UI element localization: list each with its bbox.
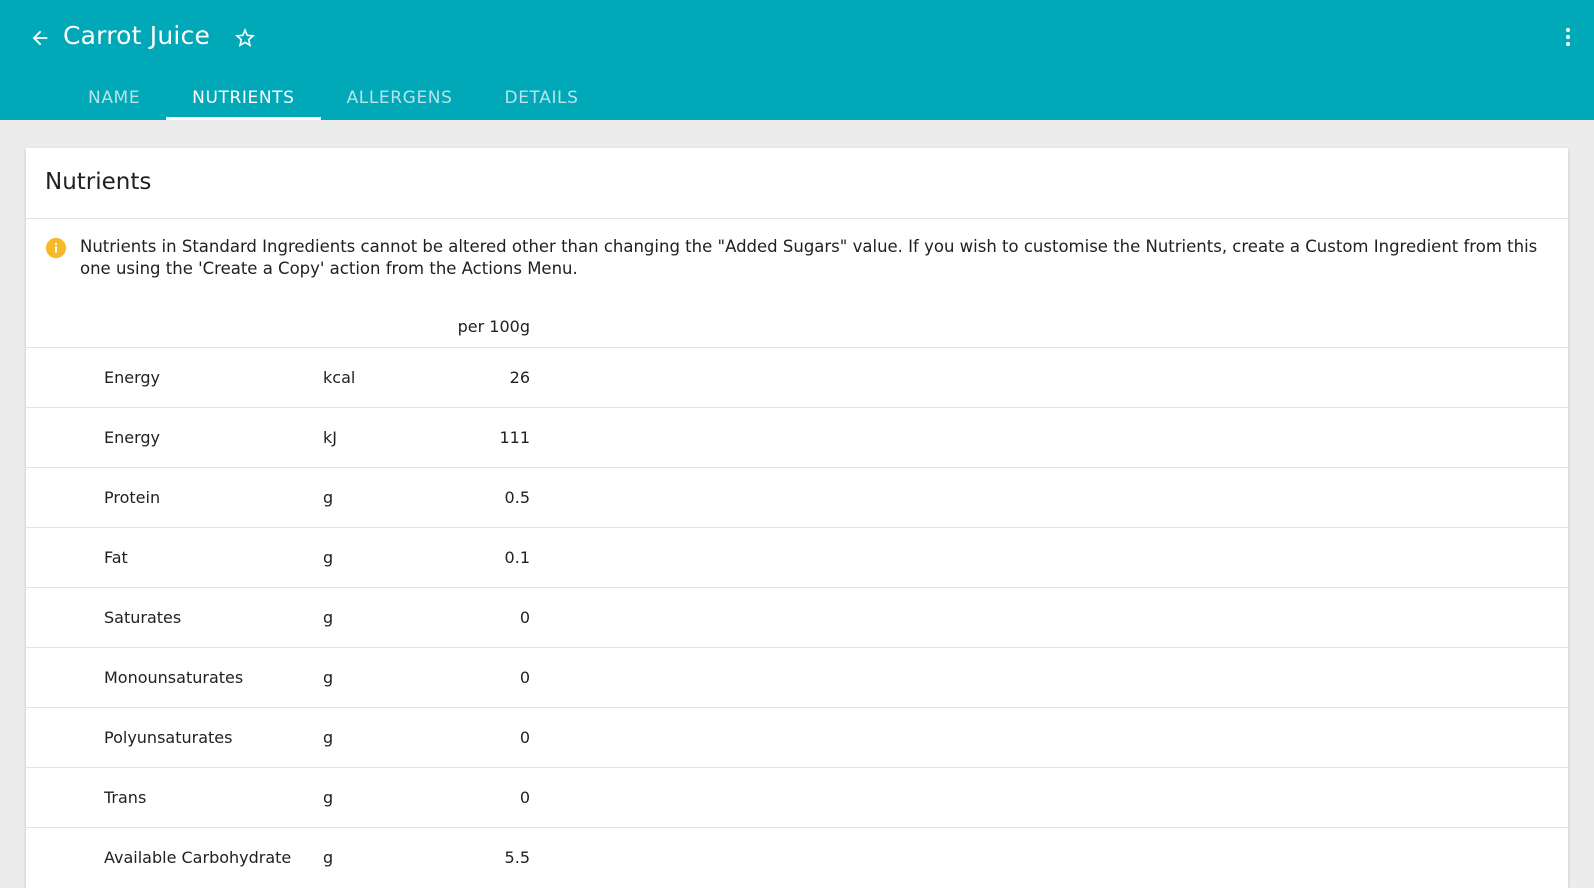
nutrient-value: 111	[499, 428, 530, 447]
nutrient-value: 0	[519, 668, 530, 687]
nutrient-value: 26	[509, 368, 530, 387]
nutrient-name: Polyunsaturates	[104, 728, 233, 747]
app-bar: Carrot Juice NAME NUTRIENTS ALLERGENS DE…	[0, 0, 1594, 120]
nutrient-value: 5.5	[504, 848, 530, 867]
table-row: Available Carbohydrate g 5.5	[26, 827, 1568, 887]
arrow-left-icon	[32, 30, 48, 46]
table-row: Fat g 0.1	[26, 527, 1568, 587]
nutrient-unit: g	[323, 488, 334, 507]
nutrient-unit: g	[323, 668, 334, 687]
favorite-button[interactable]	[229, 22, 261, 54]
column-header-per-100g: per 100g	[457, 317, 530, 336]
nutrient-name: Fat	[104, 548, 128, 567]
card-title: Nutrients	[45, 169, 152, 195]
nutrient-unit: g	[323, 608, 334, 627]
notice-text: Nutrients in Standard Ingredients cannot…	[80, 237, 1538, 278]
nutrients-card: Nutrients Nutrients in Standard Ingredie…	[26, 148, 1568, 888]
nutrient-value: 0.1	[504, 548, 530, 567]
nutrient-table: Energy kcal 26 Energy kJ 111 Protein g 0…	[26, 347, 1568, 887]
table-row: Energy kJ 111	[26, 407, 1568, 467]
more-vertical-icon	[1566, 28, 1570, 46]
page-title: Carrot Juice	[63, 21, 211, 50]
card-divider	[26, 218, 1568, 219]
nutrient-unit: g	[323, 848, 334, 867]
table-row: Trans g 0	[26, 767, 1568, 827]
info-notice: Nutrients in Standard Ingredients cannot…	[45, 236, 1550, 280]
nutrient-value: 0	[519, 788, 530, 807]
nutrient-value: 0.5	[504, 488, 530, 507]
tab-bar: NAME NUTRIENTS ALLERGENS DETAILS	[62, 76, 605, 120]
tab-allergens[interactable]: ALLERGENS	[321, 76, 479, 120]
tab-nutrients[interactable]: NUTRIENTS	[166, 76, 321, 120]
nutrient-unit: kcal	[323, 368, 356, 387]
star-outline-icon	[235, 28, 255, 47]
tab-details[interactable]: DETAILS	[479, 76, 605, 120]
nutrient-name: Monounsaturates	[104, 668, 244, 687]
table-row: Protein g 0.5	[26, 467, 1568, 527]
nutrient-name: Energy	[104, 368, 161, 387]
nutrient-name: Protein	[104, 488, 161, 507]
nutrient-unit: g	[323, 728, 334, 747]
nutrient-unit: g	[323, 788, 334, 807]
nutrient-unit: kJ	[323, 428, 337, 447]
nutrient-unit: g	[323, 548, 334, 567]
nutrient-name: Trans	[104, 788, 147, 807]
table-row: Polyunsaturates g 0	[26, 707, 1568, 767]
info-icon	[45, 237, 67, 259]
table-row: Saturates g 0	[26, 587, 1568, 647]
tab-name[interactable]: NAME	[62, 76, 166, 120]
nutrient-name: Saturates	[104, 608, 182, 627]
nutrient-name: Energy	[104, 428, 161, 447]
table-row: Energy kcal 26	[26, 347, 1568, 407]
nutrient-value: 0	[519, 728, 530, 747]
nutrient-value: 0	[519, 608, 530, 627]
back-button[interactable]	[24, 22, 56, 54]
table-row: Monounsaturates g 0	[26, 647, 1568, 707]
more-options-button[interactable]	[1552, 21, 1584, 53]
nutrient-name: Available Carbohydrate	[104, 848, 292, 867]
